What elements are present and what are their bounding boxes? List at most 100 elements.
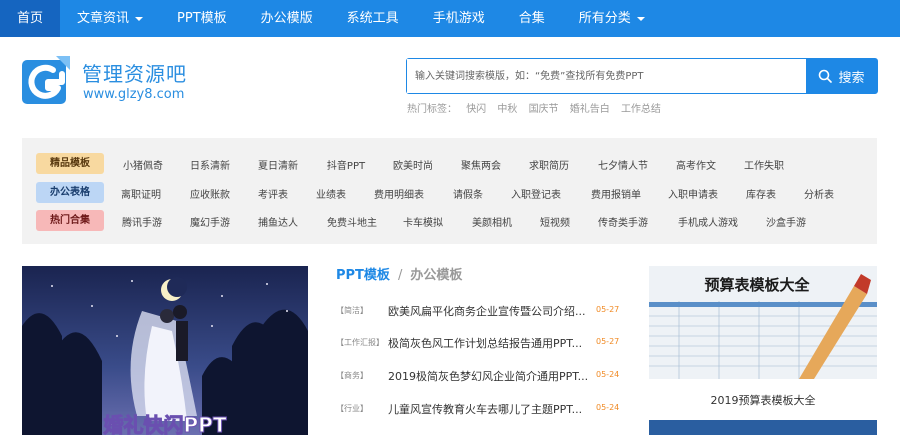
hot-tag[interactable]: 中秋 bbox=[497, 104, 517, 115]
nav-label: 手机游戏 bbox=[432, 11, 485, 26]
category-link[interactable]: 传奇类手游 bbox=[598, 214, 648, 229]
category-link[interactable]: 抖音PPT bbox=[327, 157, 365, 172]
article-date: 05-27 bbox=[596, 337, 620, 346]
site-logo[interactable]: 管理资源吧 www.glzy8.com bbox=[22, 54, 212, 110]
category-link[interactable]: 短视频 bbox=[540, 214, 570, 229]
article-title[interactable]: 儿童风宣传教育火车去哪儿了主题PPT... bbox=[388, 401, 590, 417]
tab-office[interactable]: 办公模板 bbox=[410, 268, 462, 283]
category-link[interactable]: 工作失职 bbox=[744, 157, 784, 172]
category-link[interactable]: 沙盒手游 bbox=[766, 214, 806, 229]
logo-url: www.glzy8.com bbox=[83, 87, 185, 102]
article-date: 05-24 bbox=[596, 403, 620, 412]
search-button[interactable]: 搜索 bbox=[806, 59, 877, 93]
tab-ppt[interactable]: PPT模板 bbox=[336, 268, 390, 283]
search-input[interactable] bbox=[407, 59, 806, 93]
nav-item-home[interactable]: 首页 bbox=[0, 0, 61, 37]
thumbnail-caption[interactable]: 2019预算表模板大全 bbox=[649, 392, 877, 408]
category-link[interactable]: 免费斗地主 bbox=[327, 214, 377, 229]
article-date: 05-27 bbox=[596, 305, 620, 314]
category-link[interactable]: 高考作文 bbox=[676, 157, 716, 172]
category-link[interactable]: 日系清新 bbox=[190, 157, 230, 172]
category-link[interactable]: 入职登记表 bbox=[511, 186, 561, 201]
nav-item-ppt[interactable]: PPT模板 bbox=[160, 0, 244, 37]
nav-label: 系统工具 bbox=[346, 11, 399, 26]
logo-mark-icon bbox=[22, 56, 70, 104]
top-nav: 首页 文章资讯 PPT模板 办公模版 系统工具 手机游戏 合集 所有分类 bbox=[0, 0, 900, 37]
featured-banner[interactable]: 婚礼快闪PPT bbox=[22, 266, 308, 435]
nav-item-articles[interactable]: 文章资讯 bbox=[60, 0, 160, 37]
list-item[interactable]: 【简洁】 欧美风扁平化商务企业宣传暨公司介绍... 05-27 bbox=[336, 303, 631, 319]
category-link[interactable]: 库存表 bbox=[746, 186, 776, 201]
nav-item-games[interactable]: 手机游戏 bbox=[416, 0, 502, 37]
hot-tags-label: 热门标签： bbox=[407, 104, 457, 115]
nav-label: 文章资讯 bbox=[77, 11, 130, 26]
category-link[interactable]: 捕鱼达人 bbox=[258, 214, 298, 229]
list-item[interactable]: 【行业】 儿童风宣传教育火车去哪儿了主题PPT... 05-24 bbox=[336, 401, 631, 417]
category-link[interactable]: 聚焦两会 bbox=[461, 157, 501, 172]
category-tag[interactable]: 热门合集 bbox=[36, 209, 104, 231]
thumbnail-title: 预算表模板大全 bbox=[704, 276, 810, 294]
category-link[interactable]: 欧美时尚 bbox=[393, 157, 433, 172]
hot-tag[interactable]: 快闪 bbox=[466, 104, 486, 115]
article-title[interactable]: 极简灰色风工作计划总结报告通用PPT... bbox=[388, 335, 590, 351]
nav-label: 合集 bbox=[518, 11, 545, 26]
list-item[interactable]: 【商务】 2019极简灰色梦幻风企业简介通用PPT... 05-24 bbox=[336, 368, 631, 384]
article-category: 【行业】 bbox=[336, 404, 368, 413]
category-row-hot: 热门合集 bbox=[36, 209, 104, 231]
nav-label: 首页 bbox=[17, 11, 44, 26]
category-tag[interactable]: 精品模板 bbox=[36, 152, 104, 174]
category-link[interactable]: 请假条 bbox=[453, 186, 483, 201]
second-thumbnail[interactable] bbox=[649, 420, 877, 435]
nav-label: PPT模板 bbox=[177, 11, 227, 26]
category-link[interactable]: 手机成人游戏 bbox=[678, 214, 738, 229]
caret-down-icon bbox=[636, 16, 645, 21]
list-item[interactable]: 【工作汇报】 极简灰色风工作计划总结报告通用PPT... 05-27 bbox=[336, 335, 631, 351]
category-link[interactable]: 应收账款 bbox=[190, 186, 230, 201]
hot-tags: 热门标签： 快闪 中秋 国庆节 婚礼告白 工作总结 bbox=[407, 100, 669, 115]
category-link[interactable]: 分析表 bbox=[804, 186, 834, 201]
article-category: 【工作汇报】 bbox=[336, 338, 384, 347]
article-category: 【商务】 bbox=[336, 371, 368, 380]
nav-item-collections[interactable]: 合集 bbox=[502, 0, 562, 37]
article-date: 05-24 bbox=[596, 370, 620, 379]
category-link[interactable]: 魔幻手游 bbox=[190, 214, 230, 229]
category-row-office: 办公表格 bbox=[36, 181, 104, 203]
caret-down-icon bbox=[135, 16, 144, 21]
nav-item-all-categories[interactable]: 所有分类 bbox=[562, 0, 662, 37]
category-link[interactable]: 费用明细表 bbox=[374, 186, 424, 201]
category-link[interactable]: 业绩表 bbox=[316, 186, 346, 201]
category-panel: 精品模板 办公表格 热门合集 小猪佩奇 日系清新 夏日清新 抖音PPT 欧美时尚… bbox=[22, 138, 877, 244]
category-link[interactable]: 求职简历 bbox=[529, 157, 569, 172]
banner-title: 婚礼快闪PPT bbox=[104, 413, 227, 435]
search-button-label: 搜索 bbox=[838, 70, 865, 86]
category-link[interactable]: 美颜相机 bbox=[472, 214, 512, 229]
nav-label: 所有分类 bbox=[578, 11, 631, 26]
category-tag[interactable]: 办公表格 bbox=[36, 181, 104, 203]
hot-tag[interactable]: 婚礼告白 bbox=[570, 104, 610, 115]
article-title[interactable]: 欧美风扁平化商务企业宣传暨公司介绍... bbox=[388, 303, 590, 319]
category-link[interactable]: 夏日清新 bbox=[258, 157, 298, 172]
article-tabs: PPT模板 / 办公模板 bbox=[336, 264, 462, 283]
search-box: 搜索 bbox=[406, 58, 878, 94]
feature-thumbnail[interactable]: 预算表模板大全 bbox=[649, 266, 877, 379]
category-link[interactable]: 小猪佩奇 bbox=[123, 157, 163, 172]
category-link[interactable]: 考评表 bbox=[258, 186, 288, 201]
spreadsheet-pen-illustration: 预算表模板大全 bbox=[649, 266, 877, 379]
nav-label: 办公模版 bbox=[260, 11, 313, 26]
hot-tag[interactable]: 工作总结 bbox=[621, 104, 661, 115]
article-title[interactable]: 2019极简灰色梦幻风企业简介通用PPT... bbox=[388, 368, 590, 384]
tab-separator: / bbox=[397, 268, 403, 283]
category-link[interactable]: 离职证明 bbox=[121, 186, 161, 201]
search-icon bbox=[819, 69, 833, 83]
category-link[interactable]: 七夕情人节 bbox=[598, 157, 648, 172]
logo-name: 管理资源吧 bbox=[82, 62, 187, 86]
category-link[interactable]: 卡车模拟 bbox=[403, 214, 443, 229]
wedding-illustration: 婚礼快闪PPT bbox=[22, 266, 308, 435]
category-link[interactable]: 入职申请表 bbox=[668, 186, 718, 201]
nav-item-office[interactable]: 办公模版 bbox=[244, 0, 330, 37]
category-link[interactable]: 费用报销单 bbox=[591, 186, 641, 201]
category-link[interactable]: 腾讯手游 bbox=[122, 214, 162, 229]
article-category: 【简洁】 bbox=[336, 306, 368, 315]
nav-item-tools[interactable]: 系统工具 bbox=[330, 0, 416, 37]
hot-tag[interactable]: 国庆节 bbox=[529, 104, 559, 115]
